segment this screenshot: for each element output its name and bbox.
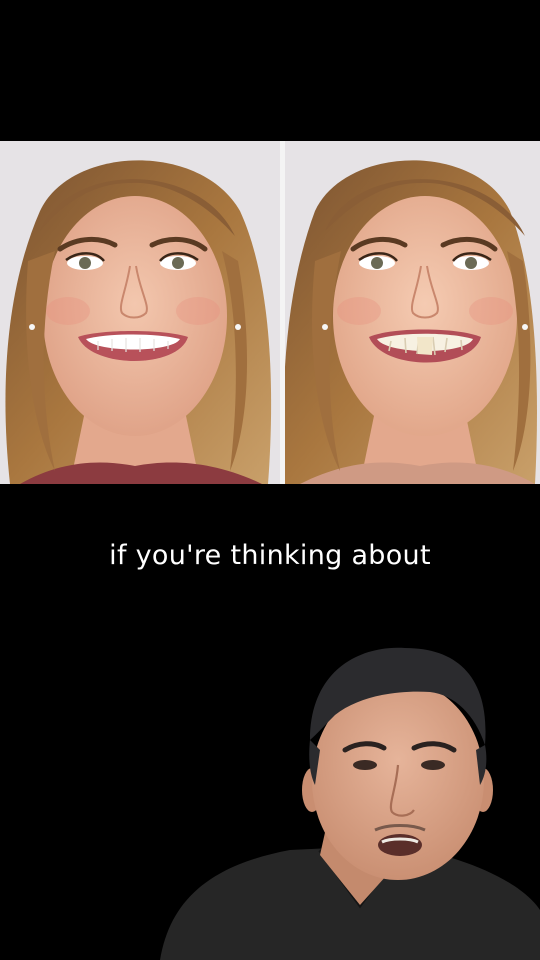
caption-text: if you're thinking about (109, 540, 431, 571)
video-frame: if you're thinking about (0, 0, 540, 960)
presenter-video (160, 640, 540, 960)
smile-photo-left (0, 141, 280, 484)
smile-photo-right (285, 141, 540, 484)
before-after-comparison (0, 141, 540, 484)
